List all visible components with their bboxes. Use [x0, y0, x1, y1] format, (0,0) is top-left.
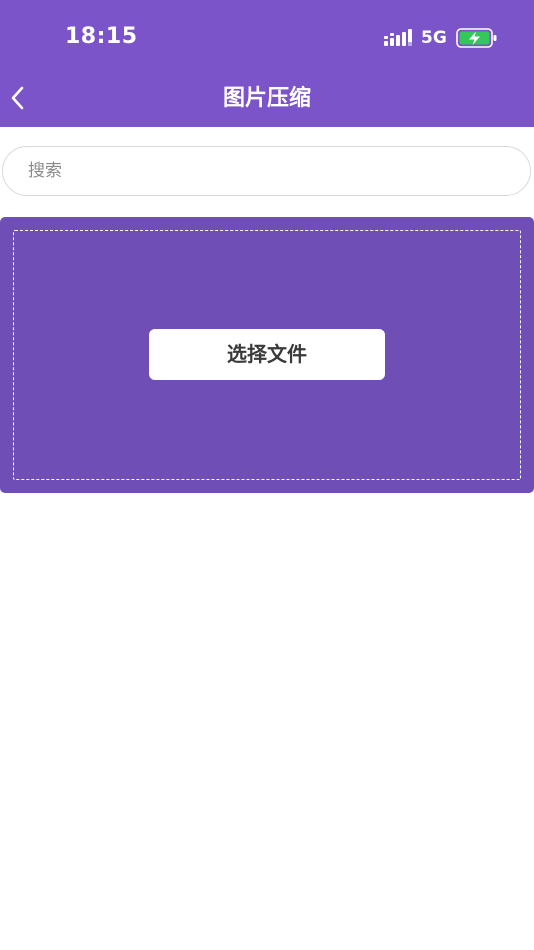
- app-header: 18:15 5G 图片压缩: [0, 0, 534, 127]
- choose-file-button[interactable]: 选择文件: [149, 329, 385, 380]
- status-time: 18:15: [65, 24, 138, 49]
- signal-bars-icon: [384, 29, 412, 46]
- page-title: 图片压缩: [222, 86, 311, 111]
- search-input[interactable]: [2, 146, 531, 196]
- battery-charging-icon: [456, 28, 497, 48]
- network-type: 5G: [421, 28, 447, 48]
